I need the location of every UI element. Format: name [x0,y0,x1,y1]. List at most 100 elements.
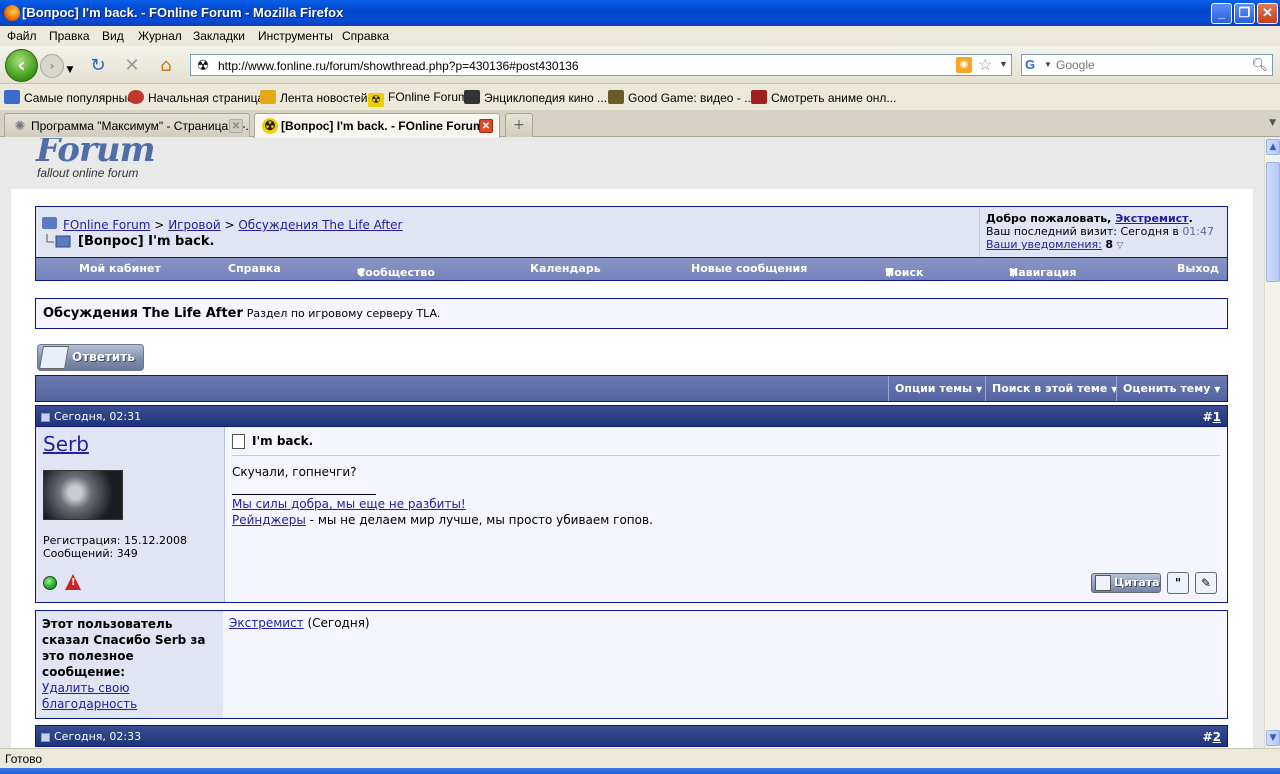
breadcrumb-tla-discussions[interactable]: Обсуждения The Life After [238,218,402,232]
search-thread-label: Поиск в этой теме [992,382,1108,395]
address-bar[interactable]: ☢ http://www.fonline.ru/forum/showthread… [190,54,1012,76]
signature-text: - мы не делаем мир лучше, мы просто убив… [305,513,653,527]
menu-tools[interactable]: Инструменты [258,29,333,43]
rss-feed-icon [260,90,276,104]
back-button[interactable]: ‹ [5,49,38,82]
film-clapper-icon [464,90,480,104]
quote-button[interactable]: Цитата [1091,573,1161,593]
reply-button[interactable]: Ответить [37,344,144,371]
post-title: I'm back. [252,434,314,448]
signature-link-rangers[interactable]: Рейнджеры [232,513,306,527]
forward-button[interactable]: › [40,54,64,78]
home-icon[interactable]: ⌂ [155,55,177,77]
forum-logo-subtitle: fallout online forum [37,166,139,180]
menu-file[interactable]: Файл [7,29,37,43]
search-engine-dropdown-icon[interactable]: ▼ [1044,60,1052,69]
thanks-box: Этот пользователь сказал Спасибо Serb за… [35,610,1228,719]
notifications-link[interactable]: Ваши уведомления: [986,238,1102,251]
history-dropdown-icon[interactable]: ▼ [64,59,76,81]
menu-history[interactable]: Журнал [138,29,182,43]
menu-logout[interactable]: Выход [1177,262,1219,275]
quote-icon [1095,575,1111,591]
thread-options-menu[interactable]: Опции темы ▼ [888,376,988,401]
maximize-button[interactable]: ❐ [1234,3,1255,24]
post-status-icon [41,413,50,422]
search-box[interactable]: G ▼ 🔍︎ [1021,54,1273,76]
post-title-icon [232,434,245,449]
notifications-dropdown-icon[interactable]: ▽ [1117,241,1124,251]
bookmark-anime[interactable]: Смотреть аниме онл... [751,90,896,105]
menu-view[interactable]: Вид [102,29,124,43]
multi-quote-button[interactable]: " [1167,572,1189,594]
bookmark-film-encyclopedia[interactable]: Энциклопедия кино ... [464,90,607,105]
bookmark-news-feed[interactable]: Лента новостей [260,90,368,105]
post-username-link[interactable]: Serb [43,432,89,456]
quick-reply-button[interactable]: ✎ [1195,572,1217,594]
thanks-user-link[interactable]: Экстремист [229,616,304,630]
new-tab-button[interactable]: + [505,113,533,137]
menu-help[interactable]: Справка [342,29,389,43]
close-button[interactable]: ✕ [1257,3,1278,24]
breadcrumb-fonline-forum[interactable]: FOnline Forum [63,218,150,232]
breadcrumb-area: FOnline Forum > Игровой > Обсуждения The… [36,207,979,257]
post-number-prefix: # [1202,730,1213,744]
navigation-toolbar: ‹ › ▼ ↻ ✕ ⌂ ☢ http://www.fonline.ru/foru… [0,46,1280,84]
notifications-count: 8 [1105,238,1114,251]
goodgame-icon [608,90,624,104]
bookmark-good-game[interactable]: Good Game: видео - ... [608,90,754,105]
breadcrumb-game[interactable]: Игровой [168,218,220,232]
menu-bookmarks[interactable]: Закладки [193,29,245,43]
tab-list-dropdown-icon[interactable]: ▼ [1269,118,1276,128]
post-header: Сегодня, 02:31 #1 [35,405,1228,427]
menu-calendar[interactable]: Календарь [530,262,601,275]
forum-description-box: Обсуждения The Life After Раздел по игро… [35,298,1228,329]
reload-icon[interactable]: ↻ [87,55,109,77]
menu-help[interactable]: Справка [228,262,281,275]
rss-icon[interactable]: ◉ [956,57,972,73]
remove-thanks-link[interactable]: Удалить свою благодарность [42,681,137,711]
signature-line-1: Мы силы добра, мы еще не разбиты! [232,497,466,511]
tab-maximum[interactable]: ✺ Программа "Максимум" - Страница 4 -...… [4,113,250,137]
thanks-info: Этот пользователь сказал Спасибо Serb за… [36,611,223,718]
welcome-text: Добро пожаловать, [986,212,1112,225]
loading-icon: ✺ [14,118,26,133]
last-visit-line: Ваш последний визит: Сегодня в 01:47 [986,225,1221,238]
google-icon[interactable]: G [1025,57,1041,73]
search-thread-menu[interactable]: Поиск в этой теме ▼ [985,376,1123,401]
menu-new-posts[interactable]: Новые сообщения [691,262,807,275]
post-number-link[interactable]: #2 [1203,730,1221,744]
welcome-dot: . [1188,212,1193,225]
page-viewport: Forum fallout online forum FOnline Forum… [0,138,1264,748]
scroll-up-arrow-icon[interactable]: ▲ [1266,139,1280,155]
menu-community-label: Сообщество [357,266,435,279]
report-post-icon[interactable] [65,574,81,590]
post-number: 1 [1212,410,1221,424]
tab-close-icon[interactable]: ✕ [229,119,243,133]
url-dropdown-icon[interactable]: ▼ [999,59,1008,69]
stop-icon[interactable]: ✕ [121,55,143,77]
bookmark-fonline-forum[interactable]: ☢ FOnline Forum [368,90,468,107]
signature-link-good-forces[interactable]: Мы силы добра, мы еще не разбиты! [232,497,466,511]
menu-my-cabinet[interactable]: Мой кабинет [79,262,161,275]
minimize-button[interactable]: _ [1211,3,1232,24]
tab-close-icon[interactable]: ✕ [479,119,493,133]
tab-fonline-thread[interactable]: ☢ [Вопрос] I'm back. - FOnline Forum ✕ [254,113,500,138]
rate-thread-menu[interactable]: Оценить тему ▼ [1116,376,1226,401]
post-number-link[interactable]: #1 [1203,410,1221,424]
menu-edit[interactable]: Правка [49,29,90,43]
last-visit-time: 01:47 [1182,225,1215,238]
url-text[interactable]: http://www.fonline.ru/forum/showthread.p… [218,59,579,73]
bookmark-start-page[interactable]: Начальная страница [128,90,264,105]
bookmark-popular[interactable]: Самые популярные [4,90,134,105]
forum-home-icon[interactable] [42,217,57,229]
scroll-down-arrow-icon[interactable]: ▼ [1266,730,1280,746]
bookmark-label: Самые популярные [24,91,134,105]
post-header: Сегодня, 02:33 #2 [35,725,1228,747]
search-input[interactable] [1056,57,1256,73]
vertical-scrollbar[interactable]: ▲ ▼ [1264,138,1280,748]
welcome-user-link[interactable]: Экстремист [1115,212,1188,225]
site-radiation-icon: ☢ [196,57,210,73]
scrollbar-thumb[interactable] [1266,162,1280,282]
bookmark-star-icon[interactable]: ☆ [978,55,992,75]
search-icon[interactable]: 🔍︎ [1251,57,1268,73]
